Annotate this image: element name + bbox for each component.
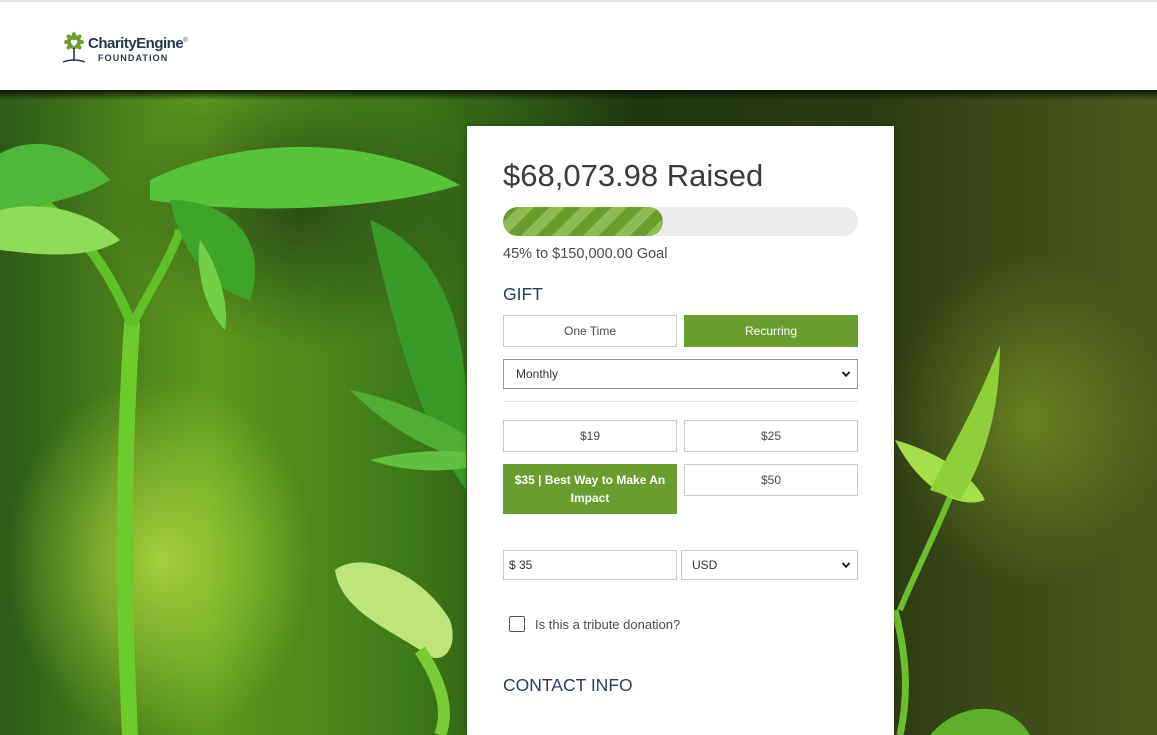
amount-button-35[interactable]: $35 | Best Way to Make An Impact bbox=[503, 464, 677, 514]
charityengine-logo-icon bbox=[62, 32, 86, 63]
progress-bar-fill bbox=[503, 207, 663, 236]
recurrence-select-value: Monthly bbox=[516, 367, 559, 381]
currency-select[interactable]: USD bbox=[681, 550, 858, 580]
recurring-button[interactable]: Recurring bbox=[684, 315, 858, 347]
recurrence-select[interactable]: Monthly bbox=[503, 359, 858, 389]
currency-select-value: USD bbox=[692, 558, 718, 572]
gift-section-title: GIFT bbox=[503, 284, 543, 304]
brand-name: CharityEngine® bbox=[88, 35, 188, 52]
amount-button-25[interactable]: $25 bbox=[684, 420, 858, 452]
goal-text: 45% to $150,000.00 Goal bbox=[503, 246, 668, 262]
amount-raised: $68,073.98 Raised bbox=[503, 158, 764, 193]
contact-info-title: CONTACT INFO bbox=[503, 675, 633, 695]
brand-subtitle: FOUNDATION bbox=[98, 53, 169, 63]
one-time-button[interactable]: One Time bbox=[503, 315, 677, 347]
progress-bar bbox=[503, 207, 858, 236]
donation-form-card: $68,073.98 Raised 45% to $150,000.00 Goa… bbox=[467, 126, 894, 735]
amount-button-19[interactable]: $19 bbox=[503, 420, 677, 452]
chevron-down-icon bbox=[841, 371, 851, 378]
tribute-checkbox[interactable] bbox=[509, 616, 525, 632]
divider bbox=[503, 401, 858, 402]
custom-amount-input[interactable]: $ 35 bbox=[503, 550, 677, 580]
chevron-down-icon bbox=[841, 562, 851, 569]
charityengine-logo[interactable]: CharityEngine® FOUNDATION bbox=[62, 32, 202, 66]
amount-button-50[interactable]: $50 bbox=[684, 464, 858, 496]
site-header: CharityEngine® FOUNDATION bbox=[0, 0, 1157, 90]
tribute-label: Is this a tribute donation? bbox=[535, 617, 681, 632]
